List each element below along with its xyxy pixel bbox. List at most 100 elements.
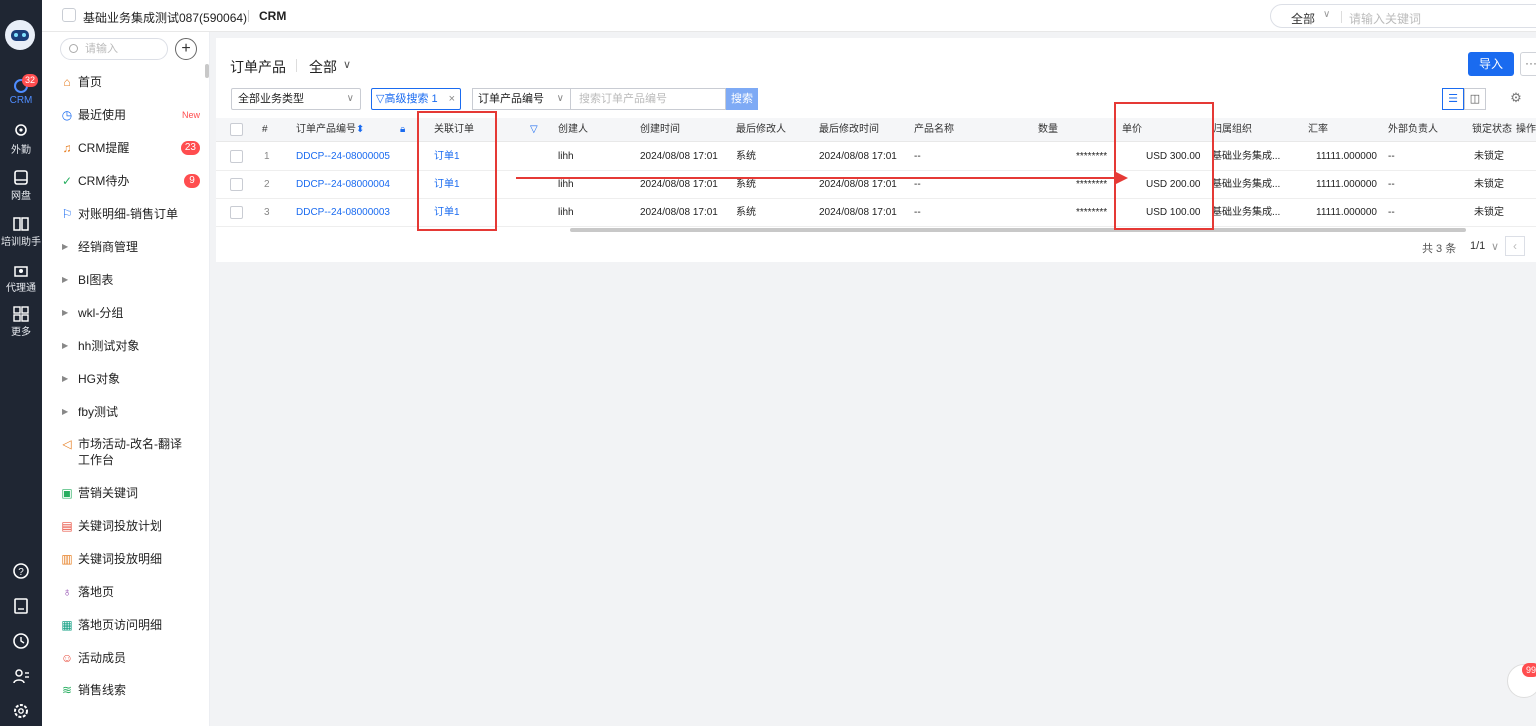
product-code-link[interactable]: DDCP--24-08000004	[296, 171, 390, 199]
divider	[248, 10, 249, 22]
quantity: ********	[1076, 151, 1108, 162]
column-header[interactable]: 外部负责人	[1388, 118, 1438, 142]
column-header[interactable]: 创建人	[558, 118, 588, 142]
rail-item-field[interactable]: 外勤	[0, 124, 42, 156]
more-button[interactable]: ···	[1520, 52, 1536, 76]
table-row[interactable]: 2 DDCP--24-08000004 订单1 lihh 2024/08/08 …	[216, 171, 1536, 199]
search-button[interactable]: 搜索	[726, 88, 758, 110]
column-header[interactable]: 最后修改人	[736, 118, 786, 142]
highlight-box-order	[417, 111, 497, 231]
column-header[interactable]: 汇率	[1308, 118, 1328, 142]
sidebar-item-leads[interactable]: ≋ 销售线索	[60, 680, 200, 700]
menu-search-input[interactable]: 请输入	[60, 38, 168, 60]
new-tag: New	[181, 110, 200, 120]
sidebar-item-marketing[interactable]: ◁ 市场活动-改名-翻译工作台	[60, 434, 200, 468]
search-scope-select[interactable]: 全部	[1291, 10, 1315, 27]
import-button[interactable]: 导入	[1468, 52, 1514, 76]
rail-item-agent[interactable]: 代理通	[0, 262, 42, 294]
column-header[interactable]: 订单产品编号	[296, 118, 356, 142]
column-header[interactable]: 最后修改时间	[819, 118, 879, 142]
history-icon[interactable]	[0, 632, 42, 653]
lock-status: 未锁定	[1474, 151, 1504, 162]
sidebar-item-reconciliation[interactable]: ⚐ 对账明细-销售订单	[60, 204, 200, 224]
rail-item-more[interactable]: 更多	[0, 306, 42, 338]
sidebar-item-landing-visits[interactable]: ▦ 落地页访问明细	[60, 615, 200, 635]
sidebar-item-wkl[interactable]: ▶ wkl-分组	[60, 303, 200, 323]
keyword-icon: ▣	[61, 486, 73, 500]
sidebar-item-label: fby测试	[78, 405, 119, 419]
gear-icon[interactable]: ⚙	[1508, 90, 1524, 106]
column-header[interactable]: 数量	[1038, 118, 1058, 142]
list-view-icon[interactable]: ☰	[1442, 88, 1464, 110]
sidebar-item-crm-todo[interactable]: ✓ CRM待办 9	[60, 171, 200, 191]
landing-icon: ♁	[62, 585, 72, 599]
sidebar-item-dealer[interactable]: ▶ 经销商管理	[60, 237, 200, 257]
sidebar-item-recent[interactable]: ◷ 最近使用 New	[60, 105, 200, 125]
table-horizontal-scrollbar[interactable]	[570, 228, 1466, 232]
sidebar-item-keyword-plan[interactable]: ▤ 关键词投放计划	[60, 516, 200, 536]
search-icon	[69, 44, 78, 53]
table-row[interactable]: 1 DDCP--24-08000005 订单1 lihh 2024/08/08 …	[216, 143, 1536, 171]
help-icon[interactable]: ?	[0, 562, 42, 583]
avatar[interactable]	[5, 20, 35, 50]
rail-label: 更多	[11, 327, 31, 338]
column-header[interactable]: 锁定状态	[1472, 118, 1512, 142]
row-checkbox[interactable]	[230, 150, 243, 163]
bell-icon: ♫	[62, 141, 72, 155]
select-all-checkbox[interactable]	[230, 123, 243, 136]
tenant-name[interactable]: 基础业务集成测试087(590064)	[83, 9, 247, 26]
lead-icon: ≋	[61, 683, 73, 697]
column-header[interactable]: 产品名称	[914, 118, 954, 142]
svg-text:?: ?	[18, 567, 24, 578]
document-icon[interactable]	[0, 597, 42, 618]
row-checkbox[interactable]	[230, 206, 243, 219]
product-name: --	[914, 179, 921, 190]
filter-icon[interactable]: ▽	[530, 118, 538, 142]
sidebar-item-home[interactable]: ⌂ 首页	[60, 72, 200, 92]
product-code-link[interactable]: DDCP--24-08000005	[296, 143, 390, 171]
sidebar-item-members[interactable]: ☺ 活动成员	[60, 648, 200, 668]
column-header[interactable]: 创建时间	[640, 118, 680, 142]
sidebar-item-fby[interactable]: ▶ fby测试	[60, 402, 200, 422]
add-menu-button[interactable]: +	[175, 38, 197, 60]
sidebar-item-hg[interactable]: ▶ HG对象	[60, 369, 200, 389]
business-type-select[interactable]: 全部业务类型 ∨	[231, 88, 361, 110]
sidebar-item-label: 营销关键词	[78, 486, 139, 500]
global-search[interactable]: 全部 ∨ 请输入关键词	[1270, 4, 1536, 28]
divider	[296, 59, 297, 72]
sidebar-item-crm-reminder[interactable]: ♫ CRM提醒 23	[60, 138, 200, 158]
rail-item-drive[interactable]: 网盘	[0, 170, 42, 202]
sidebar-item-bi[interactable]: ▶ BI图表	[60, 270, 200, 290]
chat-float-button[interactable]: 99	[1507, 663, 1536, 698]
close-icon[interactable]: ×	[449, 89, 455, 109]
org: 基础业务集成...	[1212, 179, 1281, 190]
product-code-link[interactable]: DDCP--24-08000003	[296, 199, 390, 227]
column-header[interactable]: 归属组织	[1212, 118, 1252, 142]
app-rail: CRM 32 外勤 网盘 培训助手 代理通 更多 ?	[0, 0, 42, 726]
row-checkbox[interactable]	[230, 178, 243, 191]
sidebar-item-label: 首页	[78, 75, 103, 89]
rail-item-crm[interactable]: CRM 32	[0, 74, 42, 106]
settings-icon[interactable]	[0, 702, 42, 723]
sidebar-item-landing[interactable]: ♁ 落地页	[60, 582, 200, 602]
rail-item-training[interactable]: 培训助手	[0, 216, 42, 248]
search-field-select[interactable]: 订单产品编号 ∨	[472, 88, 570, 110]
lock-icon[interactable]: 🔒︎	[400, 118, 405, 142]
advanced-search-button[interactable]: ▽高级搜索 1 ×	[371, 88, 461, 110]
split-view-icon[interactable]: ◫	[1464, 88, 1486, 110]
keyword-search-input[interactable]: 搜索订单产品编号	[570, 88, 726, 110]
sidebar-item-keyword[interactable]: ▣ 营销关键词	[60, 483, 200, 503]
page-indicator[interactable]: 1/1	[1470, 240, 1485, 252]
scene-select[interactable]: 全部	[309, 57, 337, 77]
sort-icon[interactable]: ⬍	[356, 118, 364, 142]
global-search-input[interactable]: 请输入关键词	[1349, 10, 1421, 27]
sidebar-item-keyword-detail[interactable]: ▥ 关键词投放明细	[60, 549, 200, 569]
visit-icon: ▦	[61, 618, 73, 632]
contacts-icon[interactable]	[0, 667, 42, 688]
sidebar-item-label: 落地页	[78, 585, 115, 599]
table-row[interactable]: 3 DDCP--24-08000003 订单1 lihh 2024/08/08 …	[216, 199, 1536, 227]
prev-page-button[interactable]: ‹	[1505, 236, 1525, 256]
sidebar-item-hh[interactable]: ▶ hh测试对象	[60, 336, 200, 356]
chevron-down-icon: ∨	[346, 93, 354, 104]
menu-scrollbar[interactable]	[205, 64, 209, 78]
